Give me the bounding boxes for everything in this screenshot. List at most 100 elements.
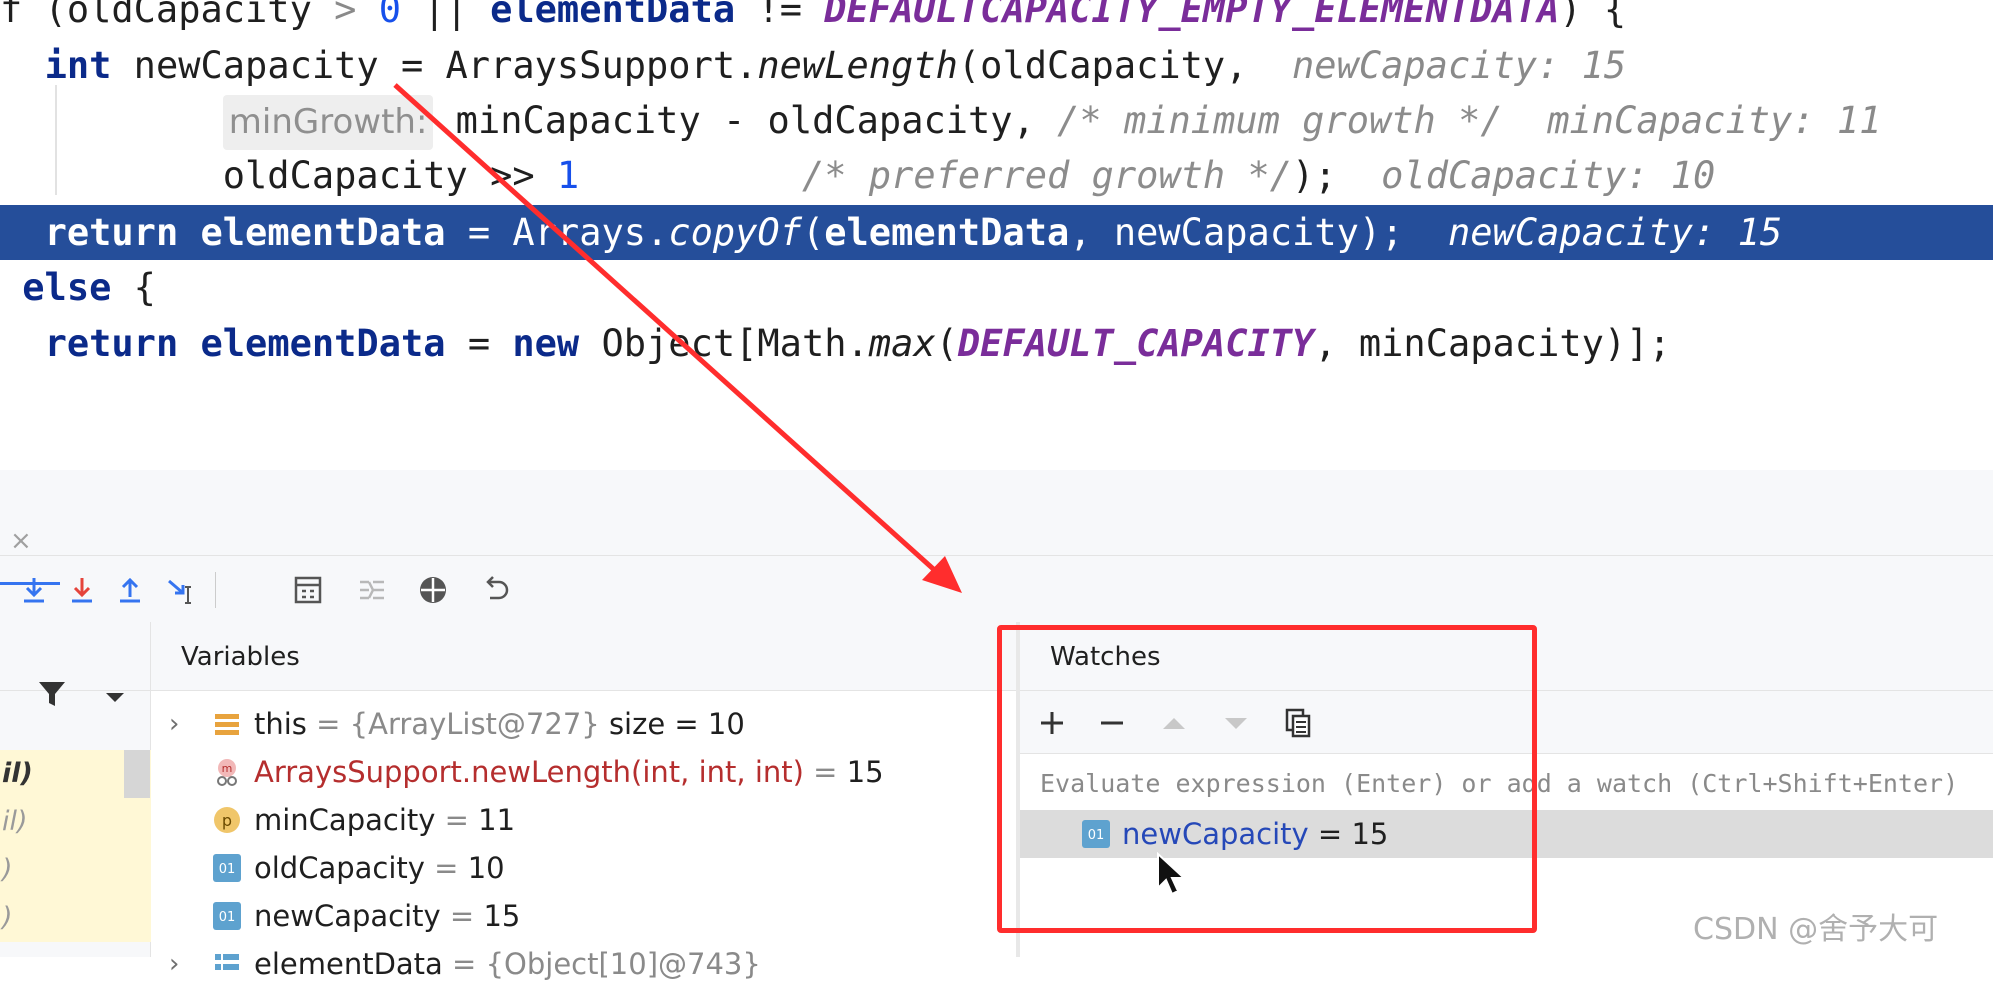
toolbar-separator: [215, 572, 216, 608]
field-list-icon: [215, 714, 239, 735]
variables-header: Variables: [151, 622, 1016, 691]
variable-row[interactable]: › elementData = {Object[10]@743}: [151, 940, 1016, 988]
code-token: (: [801, 211, 825, 254]
annotation-box: [997, 625, 1537, 933]
expand-chevron-icon[interactable]: ›: [169, 700, 179, 748]
variable-row[interactable]: m ArraysSupport.newLength(int, int, int) …: [151, 748, 1016, 796]
variable-eq: =: [803, 755, 847, 789]
variable-eq: =: [442, 947, 486, 981]
array-icon: [215, 954, 239, 970]
variable-eq: =: [424, 851, 468, 885]
variable-name: oldCapacity: [254, 851, 425, 885]
variable-eq: =: [435, 803, 479, 837]
variable-text: this = {ArrayList@727} size = 10: [254, 700, 745, 748]
variable-name: ArraysSupport.newLength(int, int, int): [254, 755, 804, 789]
code-token: , newCapacity);: [1069, 211, 1448, 254]
mouse-cursor-icon: [1156, 851, 1188, 904]
trace-stream-icon[interactable]: [352, 570, 392, 610]
code-token: /* preferred growth */: [801, 154, 1293, 197]
step-over-icon[interactable]: [14, 570, 54, 610]
variable-eq: =: [306, 707, 350, 741]
expand-chevron-icon[interactable]: ›: [169, 940, 179, 988]
run-to-cursor-icon[interactable]: [160, 570, 200, 610]
variable-text: elementData = {Object[10]@743}: [254, 940, 761, 988]
inline-value-hint: newCapacity: 15: [1448, 211, 1783, 254]
reset-frame-icon[interactable]: [476, 570, 516, 610]
code-token: >: [334, 0, 357, 31]
variable-row[interactable]: 01 newCapacity = 15: [151, 892, 1016, 940]
code-line[interactable]: else {: [0, 260, 1993, 315]
variable-extra: size = 10: [599, 707, 745, 741]
code-token: elementData: [200, 322, 446, 365]
svg-text:p: p: [222, 811, 232, 830]
code-token: {: [111, 266, 156, 309]
code-token: return: [44, 322, 179, 365]
step-into-icon[interactable]: [62, 570, 102, 610]
code-token: = Arrays.: [445, 211, 669, 254]
code-token: return: [44, 211, 179, 254]
code-token: 1: [556, 154, 580, 197]
code-token: DEFAULTCAPACITY_EMPTY_ELEMENTDATA: [824, 0, 1560, 31]
frames-scrollbar[interactable]: [124, 750, 150, 798]
primitive-icon: 01: [213, 902, 241, 930]
frame-item[interactable]: ): [0, 846, 152, 894]
variable-value: 11: [478, 803, 516, 837]
svg-text:01: 01: [219, 862, 236, 877]
code-token: (: [935, 322, 958, 365]
code-line[interactable]: minGrowth: minCapacity - oldCapacity, /*…: [0, 93, 1993, 150]
code-token: =: [445, 322, 513, 365]
code-line[interactable]: f (oldCapacity > 0 || elementData != DEF…: [0, 0, 1993, 37]
variables-panel: Variables › this = {ArrayList@727} size =…: [151, 622, 1016, 981]
variable-value: 15: [846, 755, 884, 789]
code-token: , minCapacity)];: [1314, 322, 1671, 365]
frames-header: [0, 622, 150, 691]
frame-item[interactable]: ): [0, 894, 152, 942]
debug-tab-strip: ×: [0, 500, 1993, 585]
code-editor[interactable]: f (oldCapacity > 0 || elementData != DEF…: [0, 0, 1993, 470]
step-out-icon[interactable]: [110, 570, 150, 610]
variable-text: oldCapacity = 10: [254, 844, 505, 892]
parameter-icon: p: [214, 807, 240, 833]
variables-title: Variables: [181, 642, 300, 672]
variable-text: minCapacity = 11: [254, 796, 515, 844]
frame-item[interactable]: il): [0, 798, 152, 846]
variable-name: newCapacity: [254, 899, 441, 933]
evaluate-expression-icon[interactable]: [288, 570, 328, 610]
code-line[interactable]: return elementData = new Object[Math.max…: [0, 316, 1993, 371]
watermark: CSDN @舍予大可: [1693, 912, 1939, 947]
code-token: max: [868, 322, 936, 365]
current-execution-line[interactable]: return elementData = Arrays.copyOf(eleme…: [0, 205, 1993, 260]
code-line[interactable]: oldCapacity >> 1 /* preferred growth */)…: [0, 148, 1993, 203]
close-tab-icon[interactable]: ×: [10, 526, 32, 556]
chevron-down-icon[interactable]: [104, 690, 126, 709]
code-token: 0: [378, 0, 401, 31]
code-token: else: [22, 266, 112, 309]
globe-icon[interactable]: [413, 570, 453, 610]
code-token: !=: [735, 0, 825, 31]
primitive-icon: 01: [213, 854, 241, 882]
svg-text:01: 01: [219, 910, 236, 925]
variable-name: this: [254, 707, 307, 741]
code-token: int: [44, 44, 112, 87]
code-token: newCapacity = ArraysSupport.: [111, 44, 758, 87]
variable-name: minCapacity: [254, 803, 436, 837]
parameter-name-hint: minGrowth:: [222, 95, 434, 150]
variable-row[interactable]: 01 oldCapacity = 10: [151, 844, 1016, 892]
code-line[interactable]: int newCapacity = ArraysSupport.newLengt…: [0, 38, 1993, 93]
inline-value-hint: oldCapacity: 10: [1381, 154, 1716, 197]
code-token: oldCapacity >>: [0, 154, 557, 197]
filter-icon[interactable]: [36, 678, 68, 714]
code-token: copyOf: [668, 211, 802, 254]
variable-row[interactable]: › this = {ArrayList@727} size = 10: [151, 700, 1016, 748]
variable-row[interactable]: p minCapacity = 11: [151, 796, 1016, 844]
inline-value-hint: minCapacity: 11: [1547, 99, 1882, 142]
variable-value: {Object[10]@743}: [485, 947, 761, 981]
